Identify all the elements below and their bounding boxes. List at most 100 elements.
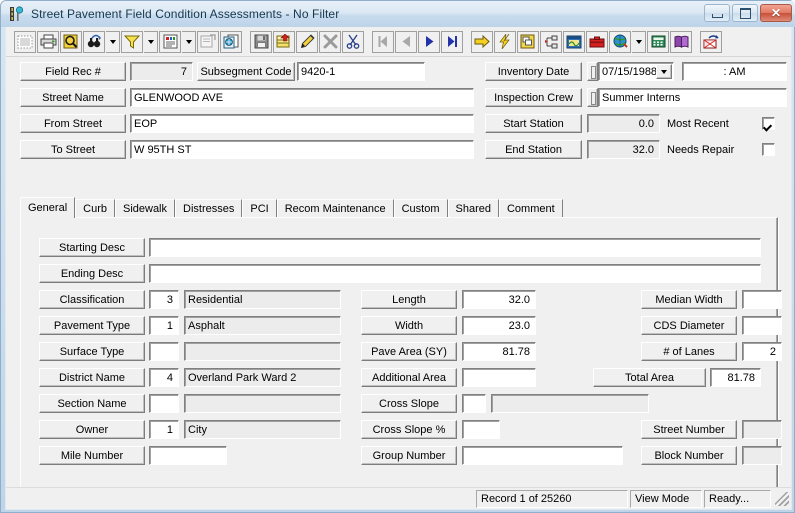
first-record-icon[interactable] (372, 30, 394, 53)
inspection-crew-input[interactable]: Summer Interns (598, 88, 787, 107)
median-width-label[interactable]: Median Width (641, 290, 737, 309)
save-icon[interactable] (250, 30, 272, 53)
toolbox-icon[interactable] (586, 30, 608, 53)
last-record-icon[interactable] (441, 30, 463, 53)
classification-code-input[interactable]: 3 (149, 290, 179, 309)
starting-desc-input[interactable] (149, 238, 761, 257)
globe-icon[interactable] (609, 30, 631, 53)
group-number-input[interactable] (462, 446, 623, 465)
tab-shared[interactable]: Shared (447, 199, 499, 218)
mile-number-label[interactable]: Mile Number (39, 446, 145, 465)
tab-curb[interactable]: Curb (75, 199, 115, 218)
cross-slope-code-input[interactable] (462, 394, 486, 413)
hierarchy-icon[interactable] (540, 30, 562, 53)
from-street-label[interactable]: From Street (20, 114, 126, 133)
length-label[interactable]: Length (361, 290, 457, 309)
length-input[interactable]: 32.0 (462, 290, 536, 309)
filter-dropdown-arrow[interactable] (144, 30, 158, 53)
map-window-icon[interactable] (563, 30, 585, 53)
street-number-label[interactable]: Street Number (641, 420, 737, 439)
inspection-crew-label[interactable]: Inspection Crew (485, 88, 582, 107)
ending-desc-input[interactable] (149, 264, 761, 283)
export-icon[interactable] (700, 30, 722, 53)
additional-area-label[interactable]: Additional Area (361, 368, 457, 387)
inspection-crew-nub[interactable] (587, 88, 598, 107)
tab-recom-maintenance[interactable]: Recom Maintenance (276, 199, 394, 218)
district-name-code-input[interactable]: 4 (149, 368, 179, 387)
cross-slope-label[interactable]: Cross Slope % (361, 420, 457, 439)
help-book-icon[interactable] (670, 30, 692, 53)
start-station-label[interactable]: Start Station (485, 114, 582, 133)
find-dropdown-arrow[interactable] (106, 30, 120, 53)
additional-area-input[interactable] (462, 368, 536, 387)
cut-icon[interactable] (342, 30, 364, 53)
filter-icon[interactable] (121, 30, 143, 53)
tab-sidewalk[interactable]: Sidewalk (114, 199, 176, 218)
subsegment-code-input[interactable]: 9420-1 (297, 62, 425, 81)
of-lanes-input[interactable]: 2 (742, 342, 782, 361)
title-bar[interactable]: Street Pavement Field Condition Assessme… (1, 1, 795, 27)
find-icon[interactable] (83, 30, 105, 53)
cross-slope-input[interactable] (462, 420, 500, 439)
block-number-label[interactable]: Block Number (641, 446, 737, 465)
cds-diameter-input[interactable] (742, 316, 782, 335)
maximize-button[interactable] (732, 4, 758, 22)
mile-number-input[interactable] (149, 446, 227, 465)
print-icon[interactable] (37, 30, 59, 53)
next-record-icon[interactable] (418, 30, 440, 53)
tab-distresses[interactable]: Distresses (175, 199, 243, 218)
starting-desc-label[interactable]: Starting Desc (39, 238, 145, 257)
resize-grip-icon[interactable] (775, 491, 789, 506)
form-properties-icon[interactable] (197, 30, 219, 53)
to-street-label[interactable]: To Street (20, 140, 126, 159)
total-area-label[interactable]: Total Area (593, 368, 706, 387)
delete-record-icon[interactable] (319, 30, 341, 53)
district-name-label[interactable]: District Name (39, 368, 145, 387)
section-name-code-input[interactable] (149, 394, 179, 413)
inventory-date-nub[interactable] (587, 62, 598, 81)
edit-record-icon[interactable] (296, 30, 318, 53)
most-recent-checkbox[interactable] (762, 117, 775, 130)
needs-repair-checkbox[interactable] (762, 143, 775, 156)
lightning-icon[interactable] (494, 30, 516, 53)
print-preview-icon[interactable] (60, 30, 82, 53)
ending-desc-label[interactable]: Ending Desc (39, 264, 145, 283)
tab-custom[interactable]: Custom (393, 199, 448, 218)
tab-general[interactable]: General (20, 197, 76, 218)
calculator-icon[interactable] (647, 30, 669, 53)
inventory-date-dropdown-arrow[interactable] (656, 64, 672, 79)
subsegment-code-label[interactable]: Subsegment Code (197, 62, 295, 81)
width-label[interactable]: Width (361, 316, 457, 335)
globe-dropdown-arrow[interactable] (632, 30, 646, 53)
field-rec-label[interactable]: Field Rec # (20, 62, 126, 81)
minimize-button[interactable] (704, 4, 730, 22)
width-input[interactable]: 23.0 (462, 316, 536, 335)
section-name-label[interactable]: Section Name (39, 394, 145, 413)
pave-area-sy-label[interactable]: Pave Area (SY) (361, 342, 457, 361)
pavement-type-code-input[interactable]: 1 (149, 316, 179, 335)
add-record-icon[interactable] (273, 30, 295, 53)
close-button[interactable]: ✕ (760, 4, 792, 22)
median-width-input[interactable] (742, 290, 782, 309)
copy-records-icon[interactable] (220, 30, 242, 53)
goto-icon[interactable] (471, 30, 493, 53)
of-lanes-label[interactable]: # of Lanes (641, 342, 737, 361)
cds-diameter-label[interactable]: CDS Diameter (641, 316, 737, 335)
street-name-label[interactable]: Street Name (20, 88, 126, 107)
classification-label[interactable]: Classification (39, 290, 145, 309)
tab-comment[interactable]: Comment (498, 199, 563, 218)
owner-code-input[interactable]: 1 (149, 420, 179, 439)
previous-record-icon[interactable] (395, 30, 417, 53)
tab-pci[interactable]: PCI (242, 199, 277, 218)
pavement-type-label[interactable]: Pavement Type (39, 316, 145, 335)
owner-label[interactable]: Owner (39, 420, 145, 439)
report-dropdown-arrow[interactable] (182, 30, 196, 53)
inventory-date-label[interactable]: Inventory Date (485, 62, 582, 81)
street-name-input[interactable]: GLENWOOD AVE (130, 88, 474, 107)
to-street-input[interactable]: W 95TH ST (130, 140, 474, 159)
select-all-icon[interactable] (14, 30, 36, 53)
cross-slope-label[interactable]: Cross Slope (361, 394, 457, 413)
inventory-time-input[interactable]: : AM (682, 62, 787, 81)
end-station-label[interactable]: End Station (485, 140, 582, 159)
from-street-input[interactable]: EOP (130, 114, 474, 133)
